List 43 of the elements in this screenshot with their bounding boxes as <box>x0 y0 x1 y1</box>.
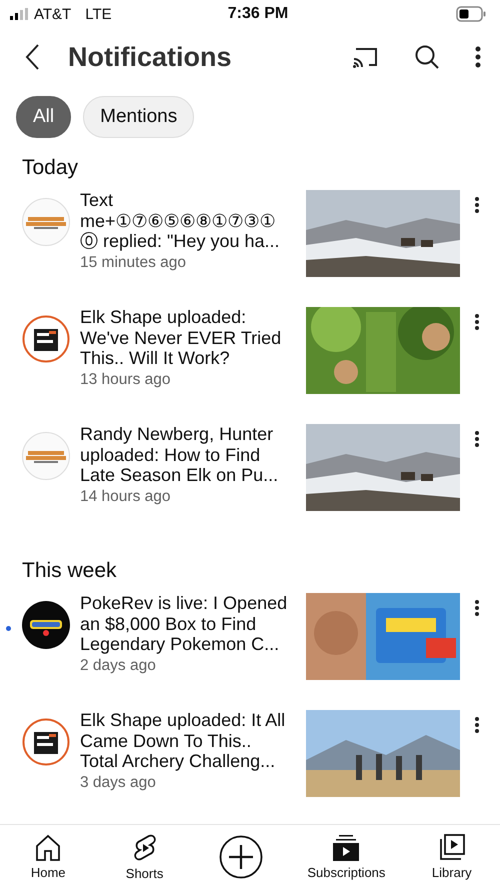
plus-icon <box>218 834 263 878</box>
channel-avatar-icon <box>22 601 70 649</box>
more-icon <box>474 599 480 617</box>
nav-tab[interactable]: Home <box>18 834 78 880</box>
nav-tab[interactable]: Library <box>422 834 482 880</box>
home-icon <box>35 834 62 862</box>
battery-icon <box>456 6 486 22</box>
subscriptions-icon <box>332 834 360 862</box>
filter-chip[interactable]: Mentions <box>83 96 194 138</box>
notification-text[interactable]: PokeRev is live: I Opened an $8,000 Box to Find Legendary Pokemon C... <box>80 593 292 654</box>
section-heading: This week <box>21 558 118 584</box>
page-title: Notifications <box>68 42 233 72</box>
search-icon <box>414 44 440 70</box>
channel-avatar-icon <box>22 198 70 246</box>
section-heading: Today <box>21 155 80 181</box>
shorts-icon <box>132 832 158 862</box>
channel-avatar-icon <box>22 718 70 766</box>
notification-text[interactable]: Elk Shape uploaded: It All Came Down To This.. Total Archery Challeng... <box>80 710 292 772</box>
carrier-name: AT&T <box>34 6 72 22</box>
signal-icon <box>10 8 28 20</box>
nav-tab[interactable]: Subscriptions <box>307 834 386 880</box>
more-icon <box>474 716 480 734</box>
cast-icon <box>352 45 380 69</box>
library-icon <box>438 834 466 862</box>
back-icon <box>24 43 40 71</box>
more-icon <box>474 313 480 331</box>
status-time: 7:36 PM <box>226 5 290 23</box>
more-icon <box>474 430 480 448</box>
notification-time: 14 hours ago <box>80 488 172 506</box>
more-icon <box>474 196 480 214</box>
notification-time: 15 minutes ago <box>80 254 187 272</box>
more-icon <box>474 45 482 69</box>
notification-text[interactable]: Randy Newberg, Hunter uploaded: How to Find Late Season Elk on Pu... <box>80 424 292 486</box>
notification-time: 2 days ago <box>80 656 157 674</box>
notification-text[interactable]: Text me+①⑦⑥⑤⑥⑧①⑦③①⓪ replied: "Hey you ha... <box>80 190 292 252</box>
network-type: LTE <box>85 6 112 22</box>
filter-chip[interactable]: All <box>16 96 72 138</box>
channel-avatar-icon <box>22 315 70 363</box>
notification-time: 13 hours ago <box>80 370 172 388</box>
nav-tab[interactable]: Shorts <box>114 832 175 880</box>
channel-avatar-icon <box>22 432 70 480</box>
notification-time: 3 days ago <box>80 774 157 792</box>
notification-text[interactable]: Elk Shape uploaded: We've Never EVER Tried This.. Will It Work? <box>80 307 292 368</box>
